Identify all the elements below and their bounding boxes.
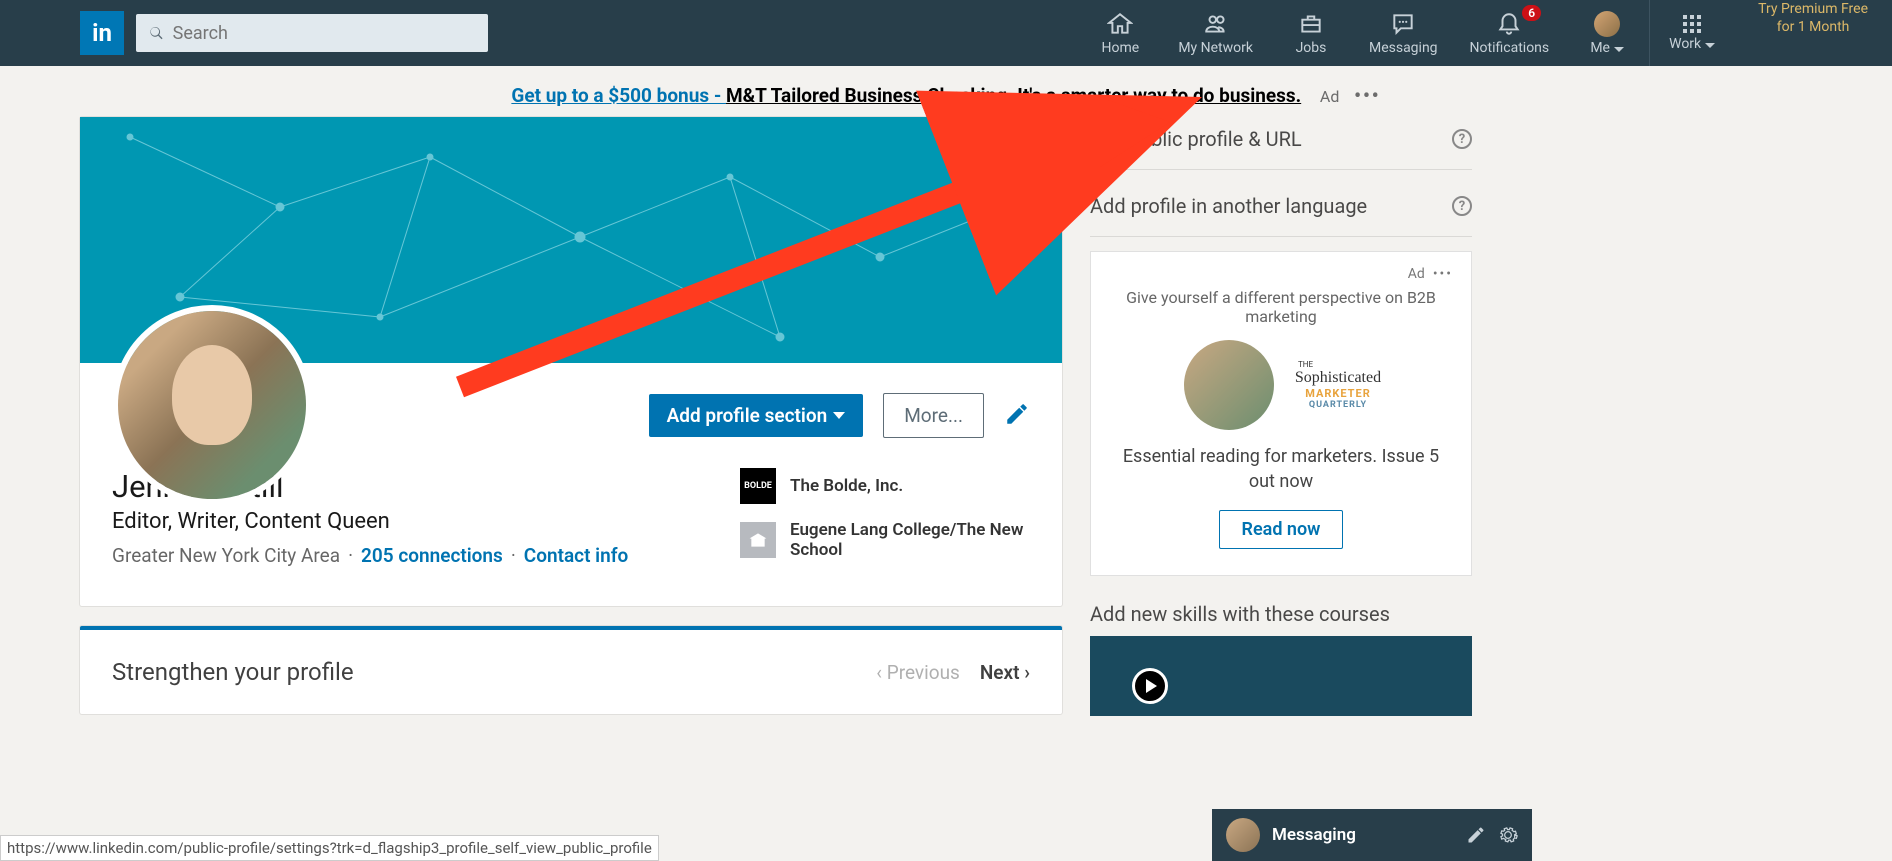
connections-link[interactable]: 205 connections <box>361 544 503 567</box>
help-icon[interactable]: ? <box>1452 196 1472 216</box>
org-name: Eugene Lang College/The New School <box>790 520 1030 560</box>
annotation-arrow <box>460 147 1170 407</box>
linkedin-logo[interactable]: in <box>80 11 124 55</box>
course-thumbnail[interactable] <box>1090 636 1472 716</box>
nav-notifications[interactable]: 6 Notifications <box>1454 0 1566 66</box>
courses-heading: Add new skills with these courses <box>1090 602 1472 626</box>
nav-label: Jobs <box>1296 40 1327 56</box>
nav-label: Messaging <box>1369 40 1438 56</box>
location-row: Greater New York City Area·205 connectio… <box>112 544 700 567</box>
education-org[interactable]: Eugene Lang College/The New School <box>740 520 1030 560</box>
messaging-label: Messaging <box>1272 825 1454 845</box>
ad-brand-logo: THE Sophisticated MARKETER QUARTERLY <box>1298 361 1378 409</box>
search-icon <box>148 24 165 42</box>
nav-work[interactable]: Work <box>1650 0 1734 66</box>
avatar-icon <box>1594 11 1620 37</box>
premium-text: for 1 Month <box>1758 18 1868 36</box>
try-premium-link[interactable]: Try Premium Free for 1 Month <box>1734 0 1892 66</box>
nav-messaging[interactable]: Messaging <box>1353 0 1454 66</box>
ad-avatar <box>1184 340 1274 430</box>
gear-icon[interactable] <box>1498 825 1518 845</box>
play-icon[interactable] <box>1132 668 1168 704</box>
ad-body: Essential reading for marketers. Issue 5… <box>1109 444 1453 494</box>
premium-text: Try Premium Free <box>1758 0 1868 18</box>
strengthen-profile-card: Strengthen your profile ‹ Previous Next … <box>80 626 1062 714</box>
nav-home[interactable]: Home <box>1078 0 1162 66</box>
messaging-bar[interactable]: Messaging <box>1212 809 1532 861</box>
home-icon <box>1107 11 1133 37</box>
status-bar-url: https://www.linkedin.com/public-profile/… <box>0 835 659 861</box>
org-name: The Bolde, Inc. <box>790 476 903 496</box>
experience-org[interactable]: BOLDE The Bolde, Inc. <box>740 468 1030 504</box>
location-text: Greater New York City Area <box>112 544 340 567</box>
org-logo: BOLDE <box>740 468 776 504</box>
ad-link[interactable]: Get up to a $500 bonus - <box>511 84 726 107</box>
search-box[interactable] <box>136 14 488 52</box>
profile-photo[interactable] <box>112 305 312 505</box>
nav-label: My Network <box>1178 40 1253 56</box>
ad-menu-icon[interactable]: ••• <box>1354 84 1380 107</box>
previous-button: ‹ Previous <box>876 661 960 684</box>
next-button[interactable]: Next › <box>980 661 1030 684</box>
nav-label: Me <box>1590 40 1610 56</box>
nav-me[interactable]: Me <box>1565 0 1649 66</box>
notification-badge: 6 <box>1522 5 1541 21</box>
nav-label: Work <box>1669 36 1701 52</box>
nav-label: Home <box>1101 40 1139 56</box>
briefcase-icon <box>1298 11 1324 37</box>
chat-icon <box>1390 11 1416 37</box>
profile-card: Add profile section More... Jennifer Sti… <box>80 117 1062 606</box>
nav-label: Notifications <box>1470 40 1550 56</box>
read-now-button[interactable]: Read now <box>1219 510 1344 549</box>
nav-jobs[interactable]: Jobs <box>1269 0 1353 66</box>
grid-icon <box>1683 15 1701 33</box>
section-title: Strengthen your profile <box>112 658 354 686</box>
avatar-icon <box>1226 818 1260 852</box>
search-input[interactable] <box>173 23 476 44</box>
compose-icon[interactable] <box>1466 825 1486 845</box>
nav-network[interactable]: My Network <box>1162 0 1269 66</box>
help-icon[interactable]: ? <box>1452 129 1472 149</box>
ad-menu-icon[interactable]: ••• <box>1433 266 1453 282</box>
ad-label: Ad <box>1408 266 1425 282</box>
bell-icon <box>1496 11 1522 37</box>
ad-label: Ad <box>1320 87 1339 106</box>
org-logo <box>740 522 776 558</box>
contact-info-link[interactable]: Contact info <box>524 544 628 567</box>
ad-banner: Get up to a $500 bonus - M&T Tailored Bu… <box>0 66 1892 117</box>
ad-text[interactable]: M&T Tailored Business Checking. It's a s… <box>726 84 1301 107</box>
people-icon <box>1203 11 1229 37</box>
profile-headline: Editor, Writer, Content Queen <box>112 509 700 534</box>
